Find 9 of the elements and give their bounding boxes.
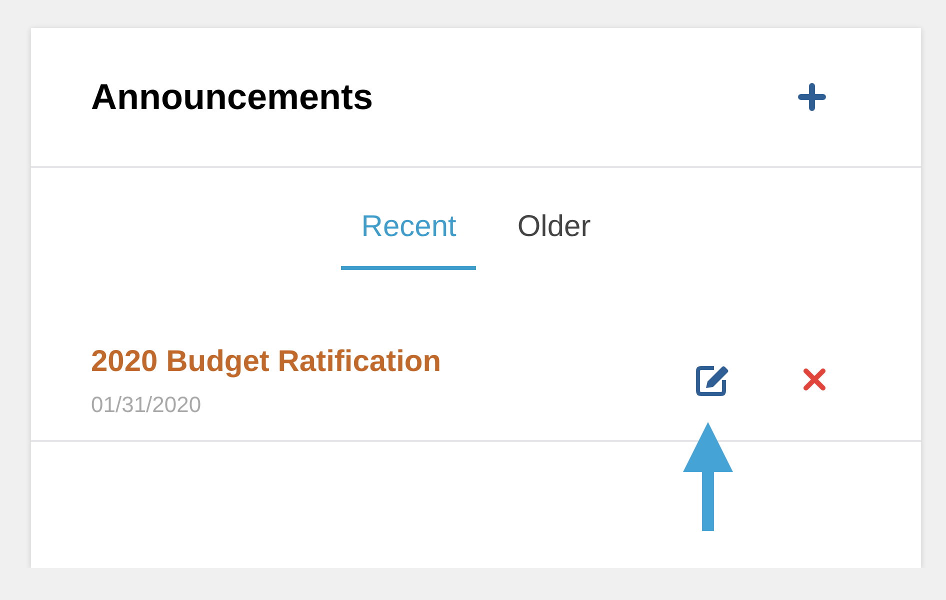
announcement-title-link[interactable]: 2020 Budget Ratification	[91, 345, 442, 379]
tab[interactable]: Recent	[341, 210, 476, 270]
cross-icon	[803, 368, 826, 391]
delete-button[interactable]	[803, 368, 826, 391]
card-title: Announcements	[91, 76, 374, 118]
tab[interactable]: Older	[497, 210, 611, 270]
add-button[interactable]	[798, 83, 826, 111]
announcement-date: 01/31/2020	[91, 392, 202, 418]
plus-icon	[798, 83, 826, 111]
